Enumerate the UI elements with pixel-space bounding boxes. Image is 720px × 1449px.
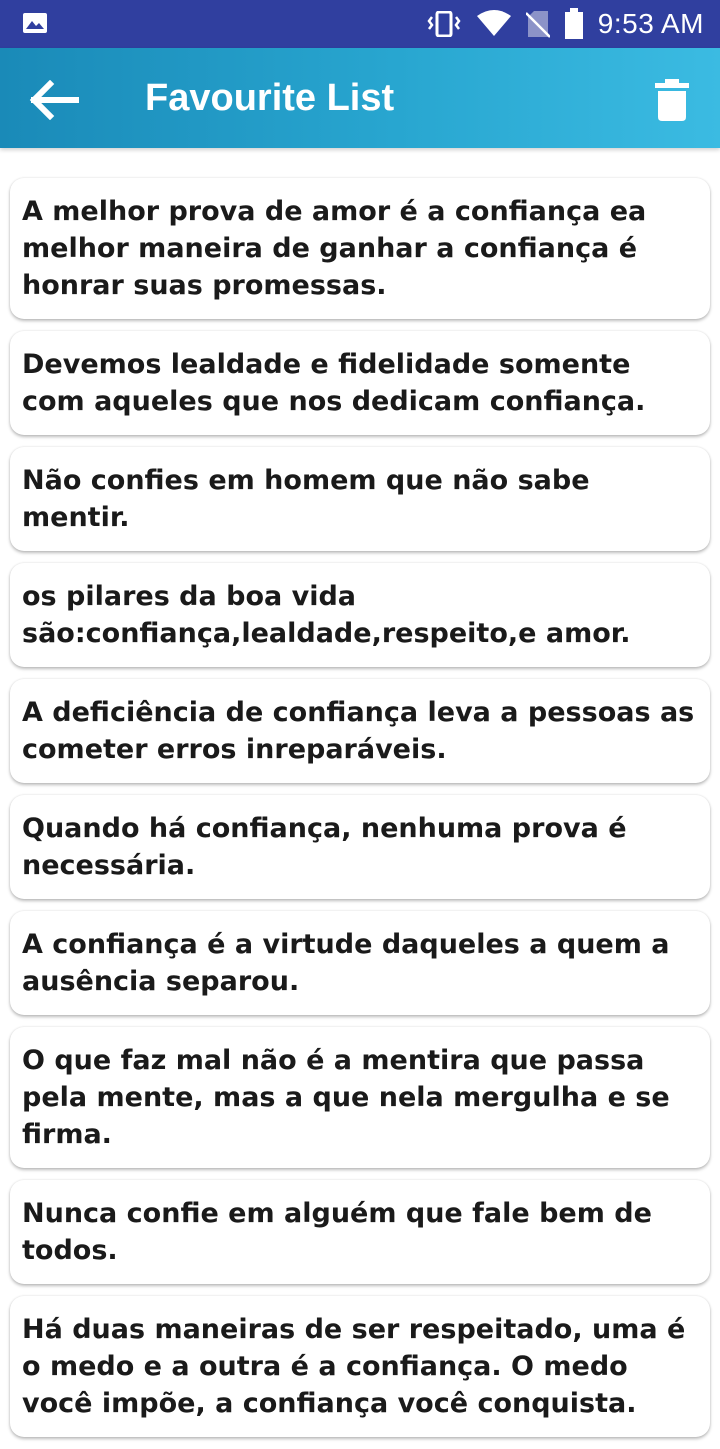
image-icon [23, 13, 47, 33]
quote-card[interactable]: A melhor prova de amor é a confiança ea … [10, 178, 710, 319]
quote-card[interactable]: Não confies em homem que não sabe mentir… [10, 447, 710, 551]
quote-text: A deficiência de confiança leva a pessoa… [22, 697, 695, 765]
quote-card[interactable]: Nunca confie em alguém que fale bem de t… [10, 1180, 710, 1284]
trash-icon [655, 79, 689, 121]
quote-text: Não confies em homem que não sabe mentir… [22, 465, 590, 533]
quote-text: A melhor prova de amor é a confiança ea … [22, 196, 647, 301]
battery-icon [564, 8, 583, 39]
page-title: Favourite List [145, 77, 395, 119]
status-icons: 9:53 AM [426, 0, 704, 48]
delete-all-button[interactable] [652, 78, 692, 122]
status-time: 9:53 AM [597, 8, 704, 39]
quote-text: Devemos lealdade e fidelidade somente co… [22, 349, 646, 417]
quote-text: os pilares da boa vida são:confiança,lea… [22, 581, 631, 649]
quote-card[interactable]: O que faz mal não é a mentira que passa … [10, 1027, 710, 1168]
status-bar: 9:53 AM [0, 0, 720, 48]
no-sim-icon [525, 11, 550, 38]
quote-card[interactable]: os pilares da boa vida são:confiança,lea… [10, 563, 710, 667]
quote-text: Quando há confiança, nenhuma prova é nec… [22, 813, 627, 881]
quote-text: A confiança é a virtude daqueles a quem … [22, 929, 670, 997]
quote-card[interactable]: A confiança é a virtude daqueles a quem … [10, 911, 710, 1015]
app-bar: Favourite List [0, 48, 720, 148]
back-button[interactable] [24, 78, 84, 122]
favourite-list: A melhor prova de amor é a confiança ea … [10, 178, 710, 1449]
quote-card[interactable]: Há duas maneiras de ser respeitado, uma … [10, 1296, 710, 1437]
quote-card[interactable]: Quando há confiança, nenhuma prova é nec… [10, 795, 710, 899]
quote-text: Há duas maneiras de ser respeitado, uma … [22, 1314, 686, 1419]
quote-text: O que faz mal não é a mentira que passa … [22, 1045, 670, 1150]
quote-text: Nunca confie em alguém que fale bem de t… [22, 1198, 652, 1266]
arrow-left-icon [29, 80, 79, 120]
quote-card[interactable]: Devemos lealdade e fidelidade somente co… [10, 331, 710, 435]
wifi-icon [476, 10, 511, 36]
vibrate-icon [427, 11, 461, 37]
quote-card[interactable]: A deficiência de confiança leva a pessoa… [10, 679, 710, 783]
